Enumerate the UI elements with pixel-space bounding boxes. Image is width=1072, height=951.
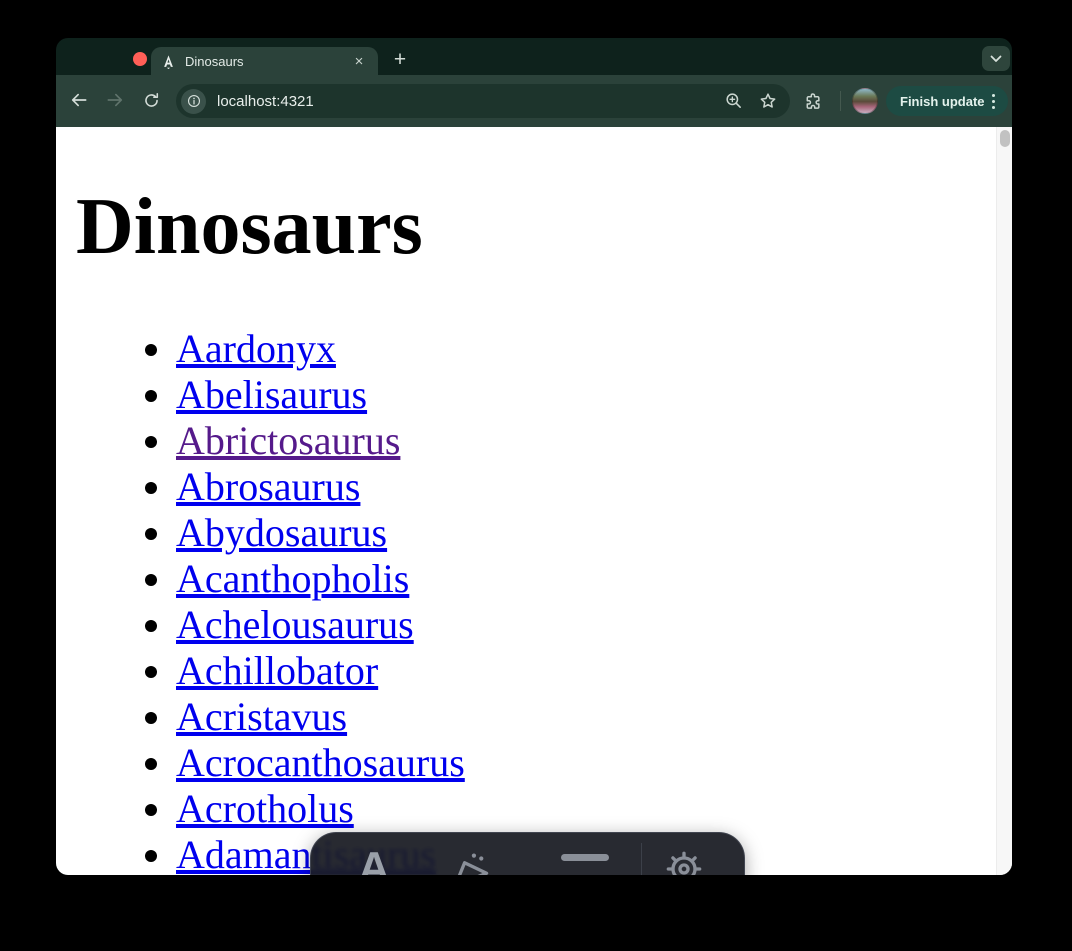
dinosaur-link[interactable]: Acristavus <box>176 694 347 739</box>
page-content: Dinosaurs AardonyxAbelisaurusAbrictosaur… <box>56 127 1012 875</box>
back-button[interactable] <box>62 83 96 117</box>
reload-button[interactable] <box>134 83 168 117</box>
tab-close-icon[interactable]: × <box>350 52 368 70</box>
list-item: Achelousaurus <box>176 602 992 648</box>
list-item: Acrotholus <box>176 786 992 832</box>
browser-toolbar: localhost:4321 <box>56 75 1012 127</box>
tab-strip: Dinosaurs × + <box>56 38 1012 75</box>
forward-button[interactable] <box>98 83 132 117</box>
dinosaur-link[interactable]: Abrosaurus <box>176 464 360 509</box>
list-item: Abelisaurus <box>176 372 992 418</box>
list-item: Acanthopholis <box>176 556 992 602</box>
astro-dev-toolbar: A <box>310 832 745 875</box>
zoom-level-icon[interactable] <box>724 91 744 111</box>
dinosaur-link[interactable]: Acanthopholis <box>176 556 409 601</box>
scrollbar-track[interactable] <box>996 127 1012 875</box>
finish-update-button[interactable]: Finish update <box>886 86 1008 116</box>
list-item: Acristavus <box>176 694 992 740</box>
list-item: Abydosaurus <box>176 510 992 556</box>
list-item: Aardonyx <box>176 326 992 372</box>
inspect-arrow-icon[interactable] <box>447 847 495 875</box>
dinosaur-link[interactable]: Achillobator <box>176 648 378 693</box>
browser-window: Dinosaurs × + <box>56 38 1012 875</box>
astro-favicon-icon <box>161 54 176 69</box>
list-item: Acrocanthosaurus <box>176 740 992 786</box>
dev-toolbar-divider <box>641 843 642 875</box>
highlight-dash-icon[interactable] <box>561 854 609 861</box>
extensions-button[interactable] <box>799 87 827 115</box>
puzzle-piece-icon <box>803 91 824 112</box>
url-text: localhost:4321 <box>217 93 724 110</box>
new-tab-button[interactable]: + <box>387 47 413 73</box>
info-icon <box>186 93 202 109</box>
dinosaur-list: AardonyxAbelisaurusAbrictosaurusAbrosaur… <box>76 326 992 875</box>
dinosaur-link[interactable]: Abydosaurus <box>176 510 387 555</box>
more-options-icon[interactable] <box>989 91 998 112</box>
page-title: Dinosaurs <box>76 181 992 273</box>
bookmark-star-icon[interactable] <box>758 91 778 111</box>
tab-dinosaurs[interactable]: Dinosaurs × <box>151 47 378 75</box>
settings-gear-icon[interactable] <box>661 846 707 875</box>
dinosaur-link[interactable]: Acrocanthosaurus <box>176 740 465 785</box>
finish-update-label: Finish update <box>900 94 989 109</box>
site-info-button[interactable] <box>181 89 206 114</box>
address-bar[interactable]: localhost:4321 <box>176 84 790 118</box>
scrollbar-thumb[interactable] <box>1000 130 1010 147</box>
list-item: Abrosaurus <box>176 464 992 510</box>
dinosaur-link[interactable]: Abelisaurus <box>176 372 367 417</box>
profile-avatar[interactable] <box>852 88 878 114</box>
tab-title: Dinosaurs <box>185 54 244 69</box>
toolbar-divider <box>840 91 841 111</box>
list-item: Abrictosaurus <box>176 418 992 464</box>
dinosaur-link[interactable]: Aardonyx <box>176 326 336 371</box>
list-item: Achillobator <box>176 648 992 694</box>
dinosaur-link[interactable]: Achelousaurus <box>176 602 414 647</box>
close-window-button[interactable] <box>133 52 147 66</box>
dinosaur-link[interactable]: Abrictosaurus <box>176 418 400 463</box>
chevron-down-icon <box>990 55 1002 63</box>
dinosaur-link[interactable]: Acrotholus <box>176 786 354 831</box>
astro-logo-icon[interactable]: A <box>349 843 399 875</box>
tab-search-button[interactable] <box>982 46 1010 71</box>
